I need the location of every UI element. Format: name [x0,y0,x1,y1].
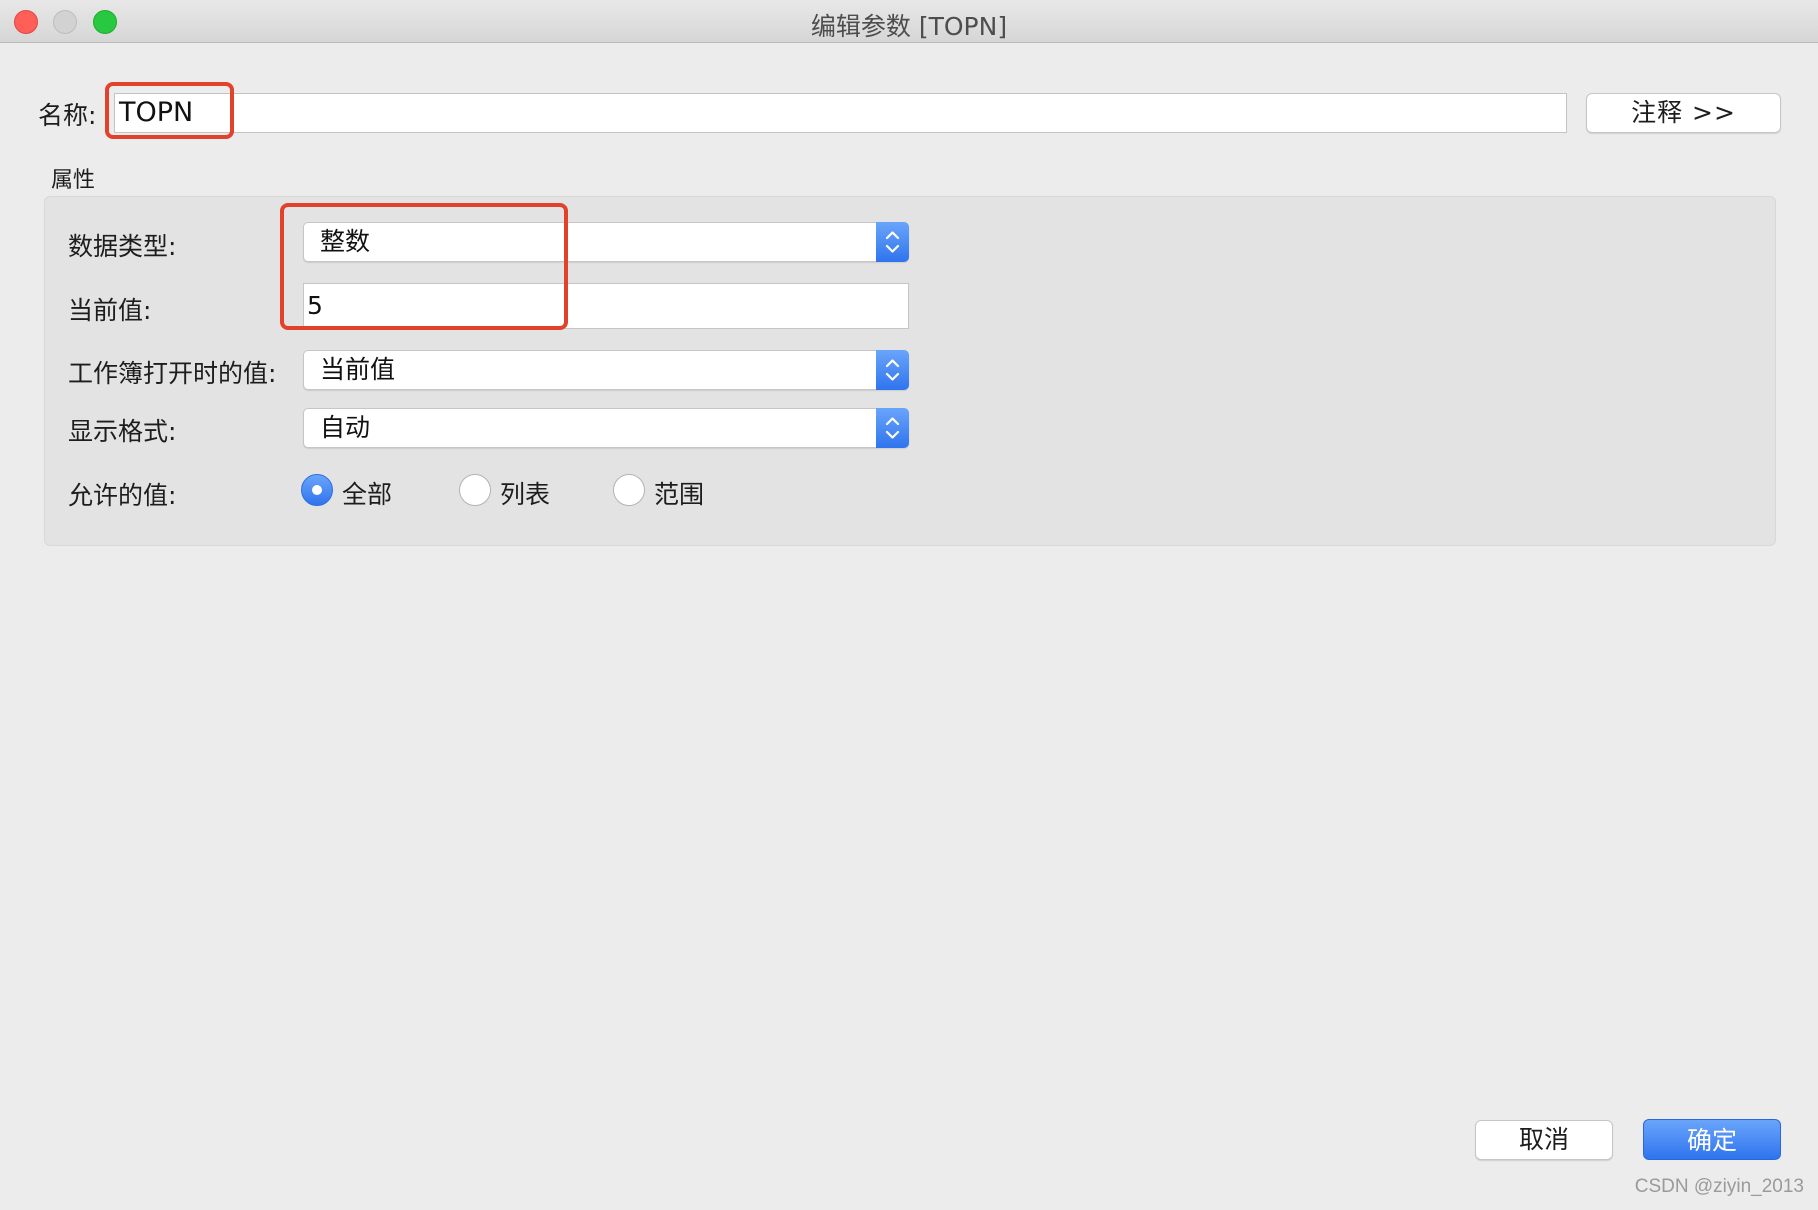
display-format-select[interactable]: 自动 [303,408,909,448]
radio-range-label[interactable]: 范围 [654,475,704,511]
radio-list[interactable] [459,474,491,506]
allowed-values-label: 允许的值: [68,481,177,510]
cancel-button[interactable]: 取消 [1475,1120,1613,1160]
radio-range[interactable] [613,474,645,506]
data-type-label: 数据类型: [68,232,177,261]
radio-all-label[interactable]: 全部 [342,475,392,511]
ok-button[interactable]: 确定 [1643,1119,1781,1160]
edit-parameter-dialog: 编辑参数 [TOPN] 名称: TOPN 注释 >> 属性 数据类型: 整数 当… [0,0,1818,1210]
window-title: 编辑参数 [TOPN] [810,12,1008,41]
workbook-open-value-select[interactable]: 当前值 [303,350,909,390]
display-format-value: 自动 [320,413,371,442]
watermark: CSDN @ziyin_2013 [1634,1176,1804,1197]
name-label: 名称: [38,101,97,130]
workbook-open-value-label: 工作簿打开时的值: [68,359,277,388]
chevron-up-down-icon [876,222,909,262]
workbook-open-value-value: 当前值 [320,355,396,384]
notes-button[interactable]: 注释 >> [1586,93,1781,133]
radio-list-label[interactable]: 列表 [500,475,550,511]
title-bar: 编辑参数 [TOPN] [0,0,1818,43]
annotation-highlight-name [105,82,234,139]
radio-all[interactable] [301,474,333,506]
properties-section-title: 属性 [51,168,96,193]
chevron-up-down-icon [876,350,909,390]
current-value-label: 当前值: [68,296,152,325]
display-format-label: 显示格式: [68,417,177,446]
annotation-highlight-type-value [280,203,568,330]
chevron-up-down-icon [876,408,909,448]
name-input[interactable]: TOPN [114,93,1567,133]
